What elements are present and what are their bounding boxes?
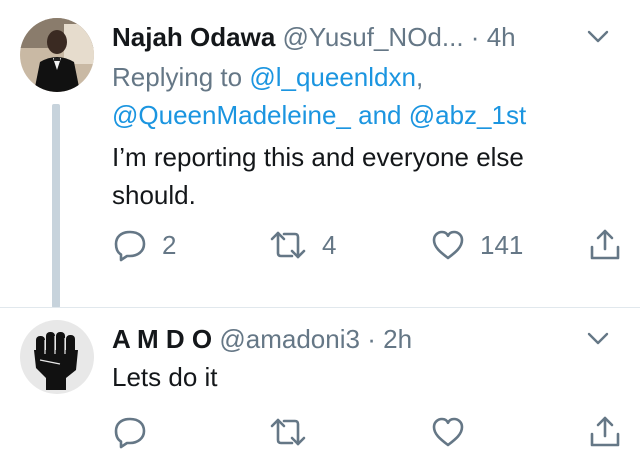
author-handle[interactable]: @Yusuf_NOd... [283,22,464,52]
mention-link[interactable]: @QueenMadeleine_ [112,100,351,130]
like-button[interactable] [430,412,466,452]
author-handle[interactable]: @amadoni3 [219,324,360,354]
chevron-down-icon[interactable] [584,22,612,50]
like-button[interactable]: 141 [430,225,523,265]
replying-to: Replying to @l_queenldxn, @QueenMadelein… [112,58,612,134]
author-name[interactable]: Najah Odawa [112,22,275,52]
tweet2-header: A M D O @amadoni3 · 2h [112,322,622,356]
tweet-text-line: I’m reporting this and everyone else [112,142,524,172]
tweet-text-line: should. [112,180,196,210]
tweet2-text: Lets do it [112,362,218,392]
retweet-count: 4 [322,229,337,260]
reply-icon [112,227,148,263]
thread-connector-line [52,104,60,308]
mention-link[interactable]: @l_queenldxn [249,62,416,92]
chevron-down-icon[interactable] [584,324,612,352]
share-button[interactable] [588,412,622,452]
tweet-time[interactable]: 4h [487,22,516,52]
reply-icon [112,414,148,450]
tweet1-header: Najah Odawa @Yusuf_NOd... · 4h [112,20,622,54]
retweet-button[interactable]: 4 [268,225,336,265]
avatar-najah[interactable] [20,18,94,92]
share-button[interactable] [588,225,622,265]
retweet-icon [268,414,308,450]
share-icon [588,414,622,450]
replying-to-prefix: Replying to [112,62,250,92]
avatar-amdo[interactable] [20,320,94,394]
mention-and: and [350,100,409,130]
retweet-icon [268,227,308,263]
author-name[interactable]: A M D O [112,324,212,354]
tweet1-text: I’m reporting this and everyone else sho… [112,138,612,214]
reply-button[interactable]: 2 [112,225,176,265]
separator-dot: · [470,22,480,52]
separator-dot: · [367,324,376,354]
reply-button[interactable] [112,412,148,452]
retweet-button[interactable] [268,412,308,452]
like-icon [430,414,466,450]
mention-comma: , [415,62,424,92]
reply-count: 2 [162,229,177,260]
tweet-time[interactable]: 2h [383,324,412,354]
mention-link[interactable]: @abz_1st [409,100,526,130]
share-icon [588,227,622,263]
like-count: 141 [480,229,524,260]
tweet-divider [0,307,640,308]
like-icon [430,227,466,263]
tweet-thread: Najah Odawa @Yusuf_NOd... · 4h Replying … [0,0,640,456]
